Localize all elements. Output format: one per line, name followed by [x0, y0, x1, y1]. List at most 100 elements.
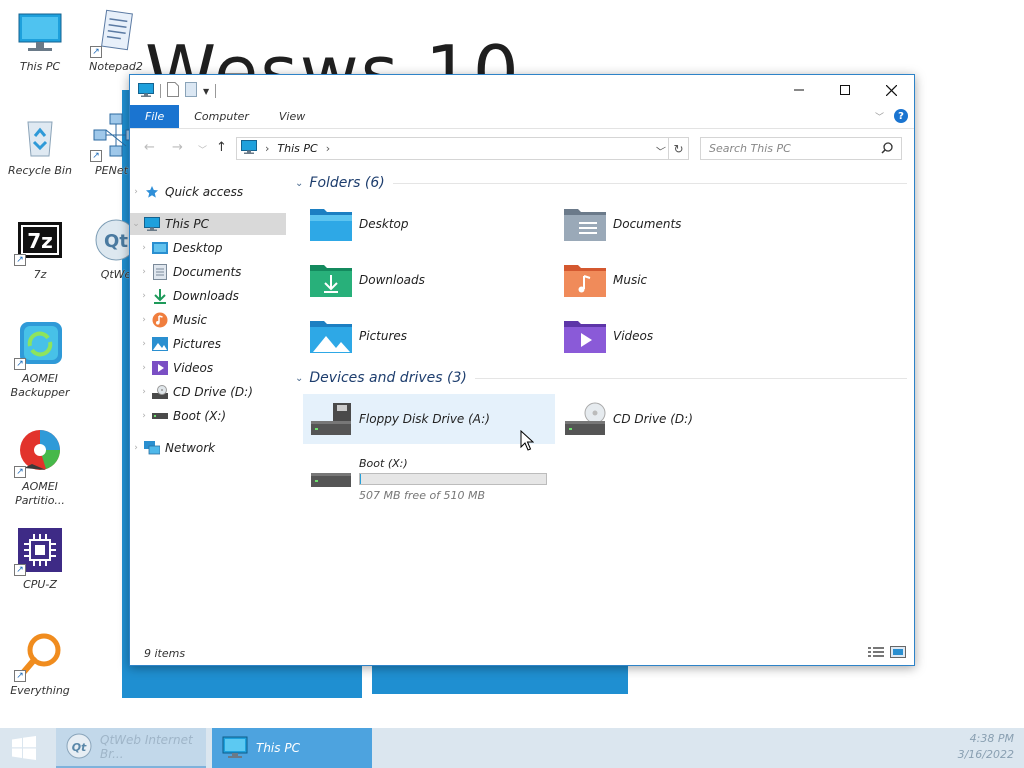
expand-chevron-icon[interactable]: › [138, 339, 150, 349]
folder-tile-music[interactable]: Music [557, 255, 809, 305]
shortcut-arrow-icon: ↗ [14, 254, 26, 266]
network-icon [144, 440, 160, 456]
tab-file[interactable]: File [130, 105, 180, 128]
desktop-icon-this-pc[interactable]: This PC [0, 8, 80, 74]
expand-chevron-icon[interactable]: › [138, 315, 150, 325]
nav-item-music[interactable]: › Music [130, 309, 286, 331]
refresh-button[interactable]: ↻ [668, 138, 688, 159]
content-pane: ⌄ Folders (6) Desktop Documents Download… [295, 167, 915, 641]
collapse-chevron-icon[interactable]: ⌄ [130, 219, 142, 229]
collapse-chevron-icon[interactable]: ⌄ [295, 373, 303, 384]
desktop-icon-cpu-z[interactable]: ↗ CPU-Z [0, 526, 80, 592]
nav-item-quick-access[interactable]: › Quick access [130, 181, 286, 203]
nav-item-this-pc[interactable]: ⌄ This PC [130, 213, 286, 235]
nav-item-boot-drive[interactable]: › Boot (X:) [130, 405, 286, 427]
nav-item-videos[interactable]: › Videos [130, 357, 286, 379]
recent-locations-icon[interactable]: ﹀ [198, 143, 207, 156]
desktop-icon-7z[interactable]: 7z ↗ 7z [0, 216, 80, 282]
navigation-pane: › Quick access ⌄ This PC › Desktop › Doc… [130, 167, 288, 641]
address-bar[interactable]: › This PC › ﹀ ↻ [236, 137, 689, 160]
up-arrow-icon[interactable]: ↑ [216, 140, 227, 155]
folder-tile-pictures[interactable]: Pictures [303, 311, 555, 361]
folder-tile-documents[interactable]: Documents [557, 199, 809, 249]
drive-tile-boot[interactable]: Boot (X:) 507 MB free of 510 MB [303, 449, 555, 509]
nav-item-network[interactable]: › Network [130, 437, 286, 459]
new-file-icon[interactable] [167, 82, 179, 100]
nav-item-label: Documents [173, 265, 242, 279]
expand-chevron-icon[interactable]: › [138, 363, 150, 373]
desktop-icon-label: Notepad2 [89, 60, 143, 73]
search-box[interactable]: Search This PC [700, 137, 902, 160]
shortcut-arrow-icon: ↗ [14, 670, 26, 682]
maximize-button[interactable] [822, 75, 868, 105]
minimize-button[interactable] [776, 75, 822, 105]
desktop-icon-everything[interactable]: ↗ Everything [0, 632, 80, 698]
expand-chevron-icon[interactable]: › [138, 387, 150, 397]
expand-chevron-icon[interactable]: › [138, 243, 150, 253]
everything-icon: ↗ [14, 632, 64, 682]
nav-item-downloads[interactable]: › Downloads [130, 285, 286, 307]
help-button[interactable]: ? [894, 109, 908, 123]
nav-item-label: CD Drive (D:) [173, 385, 253, 399]
nav-item-label: Videos [173, 361, 214, 375]
expand-chevron-icon[interactable]: › [138, 267, 150, 277]
drive-icon [152, 408, 168, 424]
customize-qat-icon[interactable]: ▼ [203, 87, 209, 96]
item-count: 9 items [144, 646, 186, 660]
tab-computer[interactable]: Computer [179, 105, 264, 128]
collapse-chevron-icon[interactable]: ⌄ [295, 178, 303, 189]
expand-ribbon-icon[interactable]: ﹀ [875, 110, 884, 123]
cpu-z-icon: ↗ [14, 526, 64, 576]
this-pc-icon [16, 8, 64, 56]
nav-item-desktop[interactable]: › Desktop [130, 237, 286, 259]
taskbar-item-this-pc[interactable]: This PC [212, 728, 372, 768]
nav-item-documents[interactable]: › Documents [130, 261, 286, 283]
downloads-folder-icon [309, 260, 353, 300]
forward-arrow-icon[interactable]: → [172, 140, 183, 155]
tile-label: Documents [613, 217, 682, 231]
search-input[interactable]: Search This PC [709, 142, 791, 155]
expand-chevron-icon[interactable]: › [130, 443, 142, 453]
search-icon [881, 142, 893, 157]
taskbar-item-qtweb[interactable]: Qt QtWeb Internet Br... [56, 728, 206, 768]
breadcrumb-this-pc[interactable]: This PC [277, 142, 317, 155]
properties-icon[interactable] [185, 82, 197, 100]
folder-tile-desktop[interactable]: Desktop [303, 199, 555, 249]
desktop-icon-aomei-partition[interactable]: ↗ AOMEI Partitio... [0, 428, 80, 508]
windows-logo-icon [12, 736, 36, 760]
back-arrow-icon[interactable]: ← [144, 140, 155, 155]
details-view-icon[interactable] [868, 646, 884, 661]
expand-chevron-icon[interactable]: › [138, 291, 150, 301]
desktop-icon-label: Everything [10, 684, 70, 697]
address-dropdown-icon[interactable]: ﹀ [654, 143, 664, 158]
nav-item-label: Quick access [165, 185, 244, 199]
videos-folder-icon [563, 316, 607, 356]
desktop-icon-notepad2[interactable]: ↗ Notepad2 [76, 8, 156, 74]
drive-tile-cd[interactable]: CD Drive (D:) [557, 394, 809, 444]
drive-free-space: 507 MB free of 510 MB [359, 488, 486, 502]
folders-group-header[interactable]: ⌄ Folders (6) [295, 173, 907, 193]
title-bar[interactable]: ▼ [130, 75, 914, 105]
drive-tile-floppy[interactable]: Floppy Disk Drive (A:) [303, 394, 555, 444]
shortcut-arrow-icon: ↗ [14, 564, 26, 576]
nav-item-cd-drive[interactable]: › CD Drive (D:) [130, 381, 286, 403]
7zip-icon: 7z ↗ [14, 216, 64, 266]
expand-chevron-icon[interactable]: › [130, 187, 142, 197]
system-clock[interactable]: 4:38 PM 3/16/2022 [958, 731, 1014, 763]
svg-text:7z: 7z [27, 229, 53, 253]
folder-tile-downloads[interactable]: Downloads [303, 255, 555, 305]
large-icons-view-icon[interactable] [890, 646, 906, 661]
breadcrumb-separator[interactable]: › [326, 142, 330, 155]
start-button[interactable] [0, 728, 48, 768]
expand-chevron-icon[interactable]: › [138, 411, 150, 421]
desktop-icon-aomei-backupper[interactable]: ↗ AOMEI Backupper [0, 320, 80, 400]
devices-group-header[interactable]: ⌄ Devices and drives (3) [295, 368, 907, 388]
nav-item-pictures[interactable]: › Pictures [130, 333, 286, 355]
folder-tile-videos[interactable]: Videos [557, 311, 809, 361]
window-controls [776, 75, 914, 105]
breadcrumb-separator[interactable]: › [265, 142, 269, 155]
close-button[interactable] [868, 75, 914, 105]
this-pc-icon [138, 82, 154, 100]
tab-view[interactable]: View [264, 105, 320, 128]
desktop-icon-recycle-bin[interactable]: Recycle Bin [0, 112, 80, 178]
